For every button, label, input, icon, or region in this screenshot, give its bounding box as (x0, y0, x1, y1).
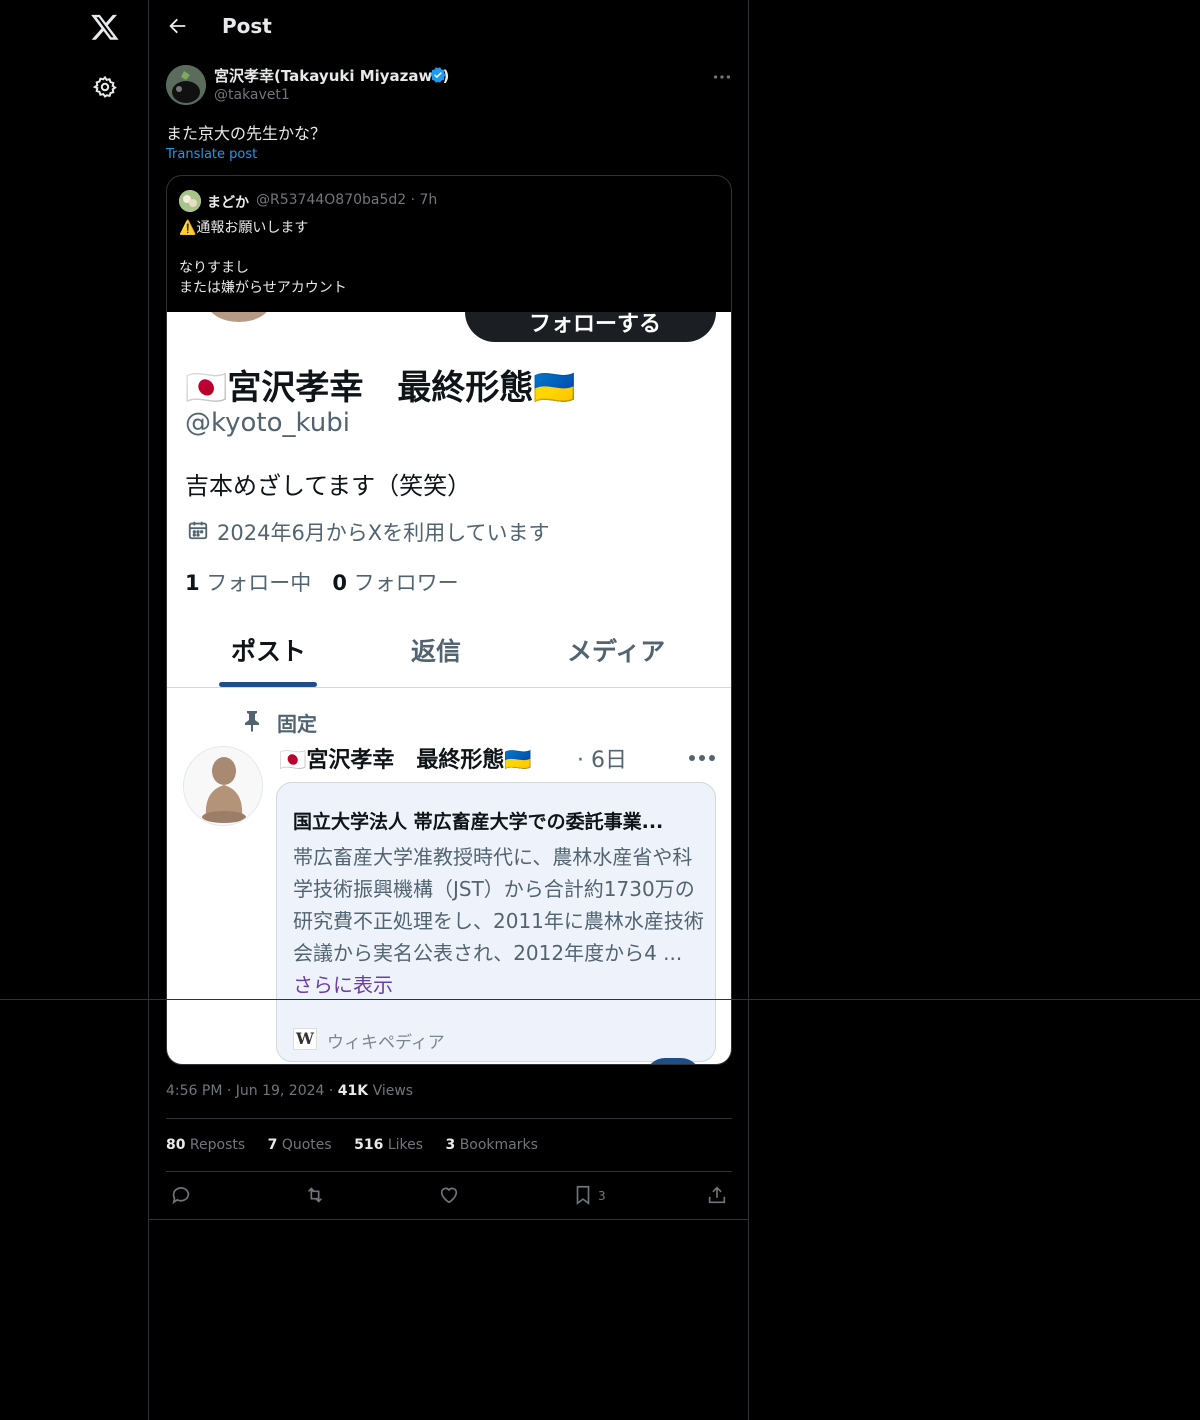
like-button[interactable] (438, 1184, 462, 1208)
heart-icon (440, 1187, 458, 1204)
likes-stat[interactable]: 516 Likes (354, 1137, 423, 1153)
screenshot-post-avatar (183, 746, 263, 826)
quoted-post[interactable]: まどか @R53744O870ba5d2 · 7h ⚠️通報お願いします なりす… (166, 175, 732, 1065)
author-handle[interactable]: @takavet1 (214, 87, 290, 103)
post-stats: 80 Reposts 7 Quotes 516 Likes 3 Bookmark… (166, 1137, 556, 1153)
repost-button[interactable] (304, 1184, 328, 1208)
author-avatar[interactable] (166, 65, 206, 105)
reply-button[interactable] (170, 1184, 194, 1208)
post-text: また京大の先生かな？ (166, 124, 327, 143)
screenshot-follow-button: フォローする (465, 312, 716, 342)
pin-icon (245, 711, 259, 732)
share-button[interactable] (706, 1184, 730, 1208)
screenshot-more-icon (689, 755, 715, 761)
screenshot-post-author: 🇯🇵宮沢孝幸 最終形態🇺🇦 (279, 748, 532, 773)
repost-icon (307, 1187, 323, 1203)
screenshot-tab-posts: ポスト (231, 637, 307, 666)
screenshot-post-date: · 6日 (577, 748, 627, 773)
screenshot-follow-label: フォローする (529, 312, 662, 337)
screenshot-tab-replies: 返信 (411, 637, 462, 666)
page-header: Post (149, 0, 749, 54)
more-options-icon[interactable] (711, 66, 733, 88)
wikipedia-logo-icon: W (293, 1028, 317, 1050)
bookmark-button[interactable] (572, 1184, 596, 1208)
screenshot-pinned-label: 固定 (277, 712, 317, 736)
screenshot-profile-name: 🇯🇵宮沢孝幸 最終形態🇺🇦 (185, 368, 576, 408)
page-title: Post (222, 14, 272, 38)
divider (166, 1118, 732, 1119)
post-meta: 4:56 PM · Jun 19, 2024 · 41K Views (166, 1083, 414, 1099)
settings-gear-icon[interactable] (93, 75, 117, 99)
author-name[interactable]: 宮沢孝幸(Takayuki Miyazawa) (214, 65, 449, 86)
screenshot-follow-counts: 1 フォロー中 0 フォロワー (185, 571, 459, 595)
main-column: Post 宮沢孝幸(Takayuki Miyazawa) @takavet1 ま… (149, 0, 749, 1420)
bookmark-icon (576, 1185, 590, 1205)
quote-screenshot-image: フォローする 🇯🇵宮沢孝幸 最終形態🇺🇦 @kyoto_kubi 吉本めざしてま… (167, 312, 731, 1064)
back-arrow-icon[interactable] (166, 15, 188, 37)
reposts-stat[interactable]: 80 Reposts (166, 1137, 245, 1153)
verified-badge-icon (430, 67, 446, 83)
statue-avatar-image (211, 312, 267, 322)
share-icon (708, 1186, 726, 1204)
screenshot-tabs: ポスト 返信 メディア (167, 612, 731, 688)
screenshot-tab-media: メディア (567, 637, 666, 666)
quote-author-name: まどか (207, 195, 249, 211)
left-rail (0, 0, 149, 1420)
screenshot-link-card: 国立大学法人 帯広畜産大学での委託事業... 帯広畜産大学准教授時代に、農林水産… (276, 782, 716, 1062)
screenshot-profile-handle: @kyoto_kubi (185, 408, 350, 438)
horizontal-rule (0, 999, 1200, 1000)
calendar-icon (188, 521, 208, 540)
screenshot-card-title: 国立大学法人 帯広畜産大学での委託事業... (293, 811, 664, 833)
action-bar: 3 (149, 1172, 749, 1220)
quote-author-handle: @R53744O870ba5d2 · 7h (256, 192, 438, 208)
quote-text: ⚠️通報お願いします なりすまし または嫌がらせアカウント (179, 220, 347, 296)
reply-icon (172, 1187, 190, 1205)
screenshot-active-tab-indicator (219, 682, 317, 687)
quotes-stat[interactable]: 7 Quotes (268, 1137, 332, 1153)
screenshot-bio: 吉本めざしてます（笑笑） (185, 472, 472, 500)
x-logo-icon[interactable] (90, 12, 120, 42)
screenshot-card-body: 帯広畜産大学准教授時代に、農林水産省や科学技術振興機構（JST）から合計約173… (293, 845, 704, 997)
screenshot-joined-date: 2024年6月からXを利用しています (217, 521, 550, 545)
bookmarks-stat[interactable]: 3 Bookmarks (446, 1137, 538, 1153)
translate-post-link[interactable]: Translate post (166, 147, 257, 162)
bookmark-count: 3 (598, 1189, 606, 1203)
screenshot-card-source: ウィキペディア (327, 1033, 445, 1053)
quote-author-avatar (179, 190, 201, 212)
